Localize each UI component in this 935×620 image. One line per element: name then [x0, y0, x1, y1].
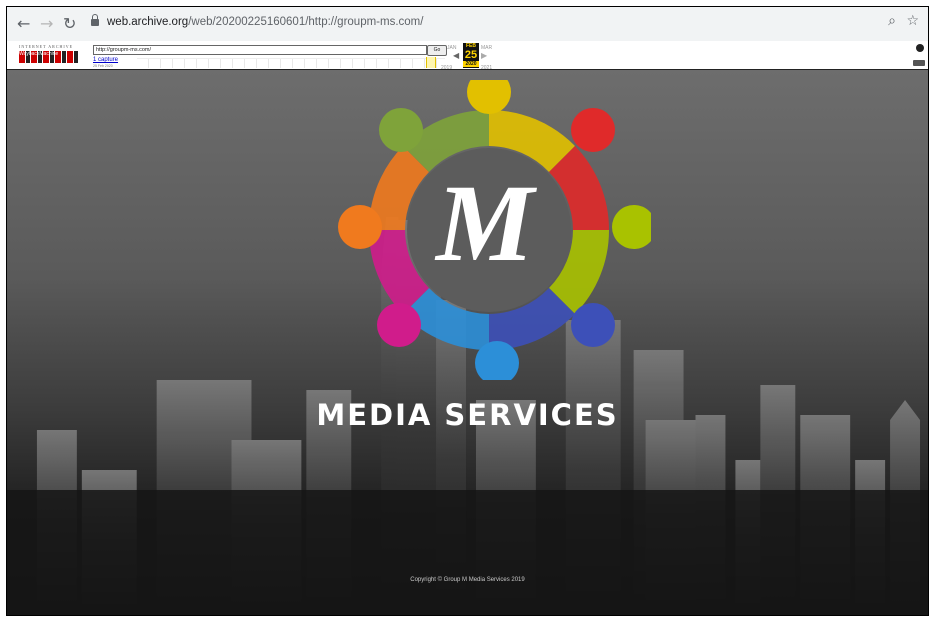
lock-icon[interactable]	[91, 14, 99, 27]
hero-section: M MEDIA SERVICES Copyright © Group M Med…	[7, 70, 928, 615]
feedback-icon[interactable]	[913, 60, 925, 66]
group-m-logo: M	[338, 80, 651, 380]
wayback-current-day: 25	[464, 49, 478, 61]
browser-toolbar: ← → ↻ web.archive.org/web/20200225160601…	[7, 7, 928, 42]
wayback-next-arrow-icon[interactable]: ▶	[481, 51, 487, 60]
copyright-text: Copyright © Group M Media Services 2019	[410, 577, 525, 583]
wayback-timeline-highlight[interactable]	[426, 57, 436, 68]
forward-arrow-icon[interactable]: →	[40, 14, 53, 34]
url-path: /web/20200225160601/http://groupm-ms.com…	[188, 16, 424, 28]
url-host: web.archive.org	[107, 16, 189, 28]
wayback-captures-date: 25 Feb 2020	[93, 64, 113, 68]
zoom-icon[interactable]: ⌕	[888, 13, 896, 29]
wayback-logo-top: INTERNET ARCHIVE	[19, 44, 74, 49]
wayback-go-button[interactable]: Go	[427, 45, 447, 56]
screenshot-frame: ← → ↻ web.archive.org/web/20200225160601…	[6, 6, 929, 616]
logo-letter: M	[434, 162, 537, 284]
back-arrow-icon[interactable]: ←	[17, 14, 30, 34]
wayback-logo-main: WaybackMachine	[19, 51, 79, 63]
address-bar[interactable]: web.archive.org/web/20200225160601/http:…	[107, 16, 423, 28]
wayback-prev-arrow-icon[interactable]: ◀	[453, 51, 459, 60]
reload-icon[interactable]: ↻	[63, 14, 76, 34]
wayback-timeline[interactable]	[137, 58, 445, 68]
wayback-toolbar: INTERNET ARCHIVE WaybackMachine http://g…	[7, 41, 928, 71]
wayback-captures-link[interactable]: 1 capture	[93, 57, 118, 63]
hero-title: MEDIA SERVICES	[316, 398, 619, 432]
wayback-url-input[interactable]: http://groupm-ms.com/	[93, 45, 427, 55]
wayback-current-year: 2020	[463, 61, 479, 67]
star-icon[interactable]: ☆	[906, 13, 919, 29]
account-icon[interactable]	[916, 44, 924, 52]
wayback-calendar: FEB 25 2020	[463, 43, 479, 68]
wayback-logo[interactable]: INTERNET ARCHIVE WaybackMachine	[19, 44, 89, 66]
